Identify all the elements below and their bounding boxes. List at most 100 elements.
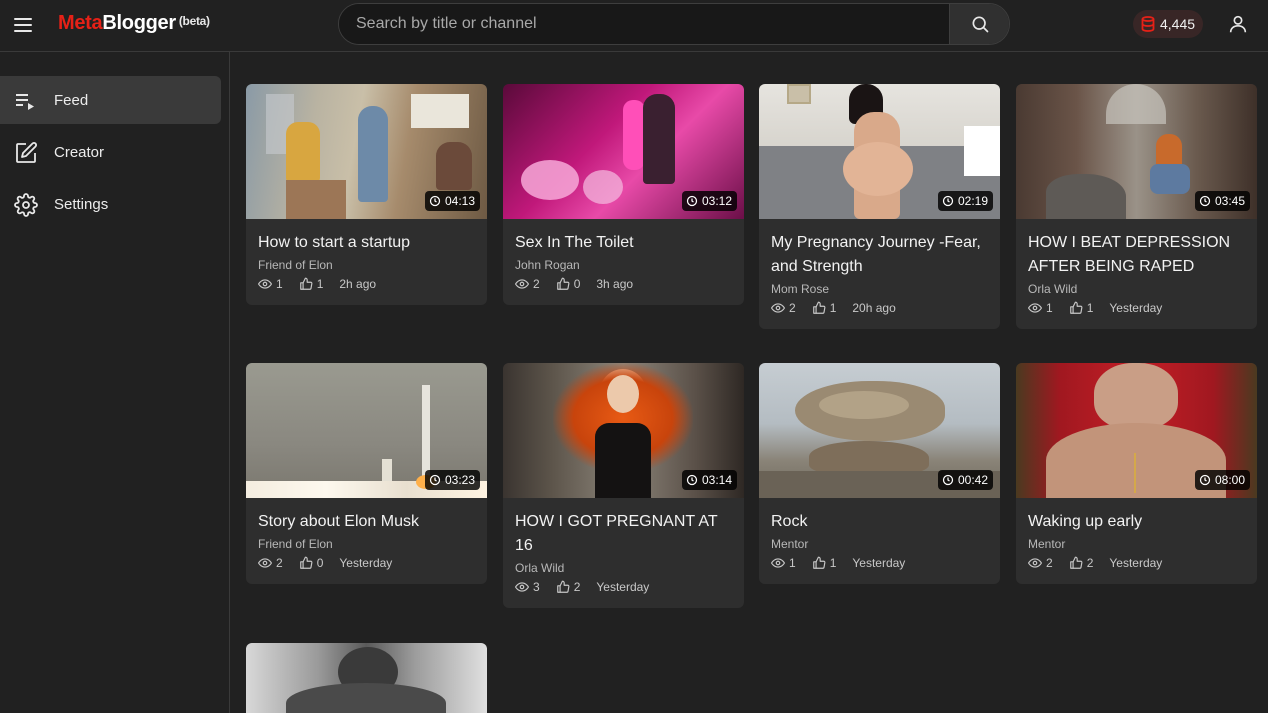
video-title[interactable]: HOW I GOT PREGNANT AT 16 [503,498,744,558]
likes-count: 1 [829,301,837,315]
upload-time: Yesterday [1109,556,1163,570]
video-title[interactable]: HOW I BEAT DEPRESSION AFTER BEING RAPED [1016,219,1257,279]
video-thumbnail[interactable]: 02:19 [759,84,1000,219]
duration-text: 03:12 [701,194,732,208]
sidebar-item-creator[interactable]: Creator [0,128,221,176]
video-thumbnail[interactable]: 00:42 [759,363,1000,498]
video-stats: 1 1 Yesterday [1016,297,1257,329]
clock-icon [429,474,441,486]
top-bar: MetaBlogger(beta) 4,445 [0,0,1268,52]
credits-count: 4,445 [1160,16,1196,32]
video-stats: 1 1 Yesterday [759,552,1000,584]
sidebar-item-label: Settings [54,195,109,213]
clock-icon [1199,474,1211,486]
video-channel[interactable]: Friend of Elon [246,255,487,273]
video-stats: 3 2 Yesterday [503,576,744,608]
video-thumbnail[interactable] [246,643,487,713]
duration-text: 03:45 [1214,194,1245,208]
video-title[interactable]: How to start a startup [246,219,487,255]
eye-icon [771,303,785,313]
database-icon [1141,16,1155,32]
eye-icon [1028,303,1042,313]
video-duration: 03:45 [1194,191,1250,211]
gear-icon [14,193,38,217]
duration-text: 08:00 [1214,473,1245,487]
duration-text: 00:42 [957,473,988,487]
video-title[interactable]: Waking up early [1016,498,1257,534]
video-title[interactable]: Story about Elon Musk [246,498,487,534]
video-title[interactable]: My Pregnancy Journey -Fear, and Strength [759,219,1000,279]
sidebar-item-label: Creator [54,143,105,161]
upload-time: Yesterday [596,580,650,594]
upload-time: 2h ago [339,277,377,291]
search-input[interactable] [339,4,949,44]
upload-time: Yesterday [852,556,906,570]
video-card[interactable]: 03:14 HOW I GOT PREGNANT AT 16 Orla Wild… [503,363,744,608]
views-count: 3 [533,580,540,594]
user-icon[interactable] [1227,13,1249,35]
clock-icon [942,195,954,207]
thumbs-up-icon [556,580,570,593]
eye-icon [258,279,272,289]
likes-count: 0 [573,277,581,291]
sidebar-item-label: Feed [54,91,89,109]
duration-text: 03:14 [701,473,732,487]
video-stats: 1 1 2h ago [246,273,487,305]
video-card[interactable]: 03:23 Story about Elon Musk Friend of El… [246,363,487,584]
video-thumbnail[interactable]: 03:23 [246,363,487,498]
sidebar: Feed Creator Settings [0,52,230,713]
views-count: 1 [276,277,283,291]
video-thumbnail[interactable]: 04:13 [246,84,487,219]
video-channel[interactable]: Mentor [759,534,1000,552]
eye-icon [771,558,785,568]
video-thumbnail[interactable]: 03:45 [1016,84,1257,219]
thumbs-up-icon [556,277,570,290]
sidebar-item-settings[interactable]: Settings [0,180,221,228]
video-title[interactable]: Sex In The Toilet [503,219,744,255]
video-channel[interactable]: Mom Rose [759,279,1000,297]
video-thumbnail[interactable]: 03:14 [503,363,744,498]
video-stats: 2 0 3h ago [503,273,744,305]
video-card[interactable]: 03:45 HOW I BEAT DEPRESSION AFTER BEING … [1016,84,1257,329]
video-thumbnail[interactable]: 08:00 [1016,363,1257,498]
video-thumbnail[interactable]: 03:12 [503,84,744,219]
search-bar [338,3,1010,45]
video-title[interactable]: Rock [759,498,1000,534]
clock-icon [686,195,698,207]
sidebar-item-feed[interactable]: Feed [0,76,221,124]
video-channel[interactable]: Orla Wild [503,558,744,576]
video-card[interactable]: 02:19 My Pregnancy Journey -Fear, and St… [759,84,1000,329]
logo-beta-badge: (beta) [178,14,210,28]
video-channel[interactable]: Orla Wild [1016,279,1257,297]
search-button[interactable] [949,4,1009,44]
video-card[interactable]: 04:13 How to start a startup Friend of E… [246,84,487,305]
video-card[interactable]: 08:00 Waking up early Mentor 2 2 Yesterd… [1016,363,1257,584]
video-channel[interactable]: Mentor [1016,534,1257,552]
video-duration: 03:14 [681,470,737,490]
video-card[interactable] [246,643,487,713]
eye-icon [1028,558,1042,568]
likes-count: 1 [829,556,837,570]
eye-icon [258,558,272,568]
credits-badge[interactable]: 4,445 [1133,10,1204,38]
views-count: 2 [276,556,283,570]
clock-icon [429,195,441,207]
video-card[interactable]: 00:42 Rock Mentor 1 1 Yesterday [759,363,1000,584]
likes-count: 2 [1086,556,1094,570]
edit-icon [16,142,37,163]
thumbs-up-icon [1069,556,1083,569]
video-channel[interactable]: Friend of Elon [246,534,487,552]
feed-icon [16,94,34,110]
views-count: 2 [789,301,796,315]
video-channel[interactable]: John Rogan [503,255,744,273]
likes-count: 0 [316,556,324,570]
search-icon [972,16,988,33]
clock-icon [942,474,954,486]
likes-count: 2 [573,580,581,594]
menu-icon[interactable] [14,14,36,36]
video-duration: 02:19 [937,191,993,211]
app-logo[interactable]: MetaBlogger (beta) [58,12,210,35]
thumbs-up-icon [1069,301,1083,314]
video-duration: 08:00 [1194,470,1250,490]
video-card[interactable]: 03:12 Sex In The Toilet John Rogan 2 0 3… [503,84,744,305]
